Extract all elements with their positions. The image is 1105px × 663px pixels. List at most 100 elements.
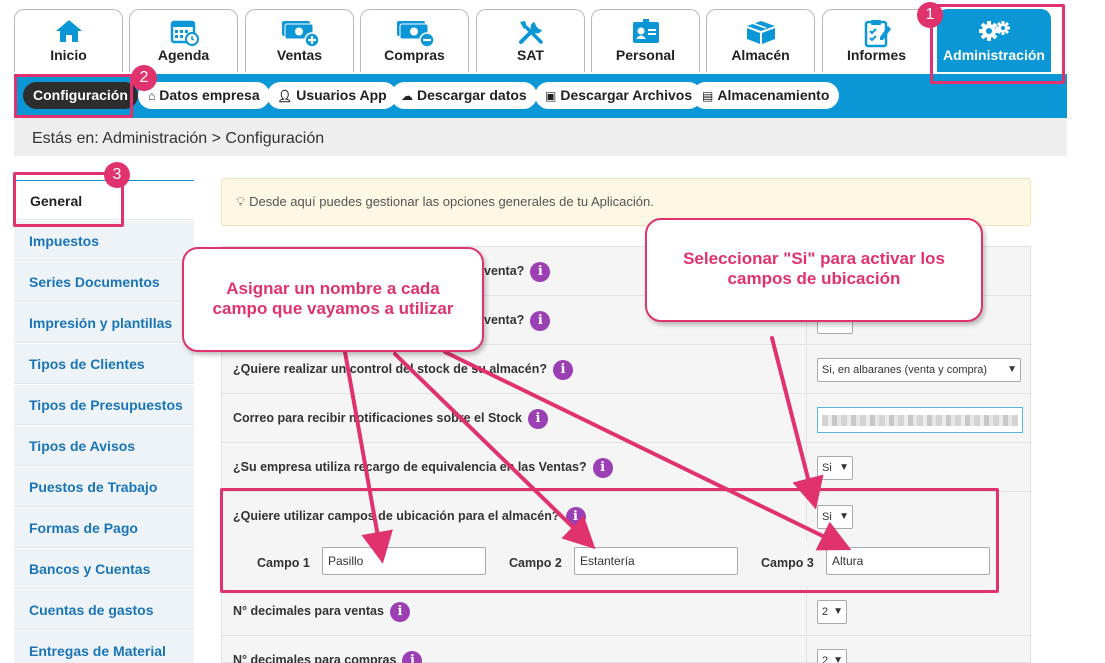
config-sidebar: General Impuestos Series Documentos Impr… — [14, 180, 194, 663]
sidebar-item-entregas-material[interactable]: Entregas de Material — [14, 631, 194, 663]
step-badge-2: 2 — [131, 65, 157, 91]
value-cell: 2 ▼ — [806, 587, 1032, 636]
tab-informes[interactable]: Informes — [822, 9, 931, 72]
blurred-email — [822, 415, 1018, 426]
sidebar-item-bancos-cuentas[interactable]: Bancos y Cuentas — [14, 549, 194, 589]
question-text: Correo para recibir notificaciones sobre… — [233, 411, 522, 425]
info-icon[interactable]: i — [552, 359, 573, 380]
tab-almacen[interactable]: Almacén — [706, 9, 815, 72]
subnav-label: Descargar datos — [417, 87, 527, 103]
info-icon[interactable]: i — [592, 457, 613, 478]
module-tabs: Inicio Agenda Ventas Compras SAT Persona… — [0, 0, 1067, 75]
tab-inicio[interactable]: Inicio — [14, 9, 123, 72]
notice-text: Desde aquí puedes gestionar las opciones… — [249, 194, 654, 209]
boxes-icon — [707, 10, 814, 44]
sidebar-item-impuestos[interactable]: Impuestos — [14, 221, 194, 261]
question-text: N° decimales para compras — [233, 653, 397, 663]
tab-agenda[interactable]: Agenda — [129, 9, 238, 72]
email-field[interactable] — [817, 407, 1023, 433]
sidebar-item-series-documentos[interactable]: Series Documentos — [14, 262, 194, 302]
form-row-dec-ventas: N° decimales para ventas i 2 ▼ — [222, 587, 1032, 636]
callout-line: Asignar un nombre a cada — [226, 279, 440, 298]
step-badge-1: 1 — [917, 2, 943, 28]
value-cell: 2 ▼ — [806, 636, 1032, 663]
row-question: Correo para recibir notificaciones sobre… — [233, 394, 548, 443]
user-icon: 👤︎ — [277, 89, 293, 103]
select-value: Si, en albaranes (venta y compra) — [822, 364, 988, 376]
question-text: ¿Quiere realizar un control del stock de… — [233, 362, 547, 376]
dec-ventas-select[interactable]: 2 ▼ — [817, 600, 847, 624]
tab-label: Inicio — [50, 47, 87, 63]
chevron-down-icon: ▼ — [833, 606, 843, 617]
sidebar-item-tipos-presupuestos[interactable]: Tipos de Presupuestos — [14, 385, 194, 425]
tab-label: SAT — [517, 47, 544, 63]
tab-label: Informes — [846, 47, 907, 63]
select-value: 2 — [822, 606, 829, 618]
dec-compras-select[interactable]: 2 ▼ — [817, 649, 847, 663]
book-icon: ▤ — [702, 89, 714, 103]
highlight-configuracion — [14, 74, 133, 118]
question-text: venta? — [484, 313, 525, 327]
form-row-recargo: ¿Su empresa utiliza recargo de equivalen… — [222, 443, 1032, 492]
highlight-administracion — [930, 4, 1065, 84]
chevron-down-icon: ▼ — [839, 462, 849, 473]
sidebar-item-cuentas-gastos[interactable]: Cuentas de gastos — [14, 590, 194, 630]
question-text: venta? — [484, 264, 525, 278]
tab-label: Almacén — [731, 47, 790, 63]
lightbulb-icon: 💡︎ — [236, 194, 246, 209]
row-question: ¿Quiere realizar un control del stock de… — [233, 345, 573, 394]
cloud-download-icon: ☁ — [401, 89, 413, 103]
home-icon — [15, 10, 122, 44]
question-text: N° decimales para ventas — [233, 604, 384, 618]
row-question: N° decimales para ventas i — [233, 587, 410, 636]
subnav-label: Almacenamiento — [717, 87, 830, 103]
info-icon[interactable]: i — [530, 261, 551, 282]
info-icon[interactable]: i — [527, 408, 548, 429]
sidebar-item-puestos-trabajo[interactable]: Puestos de Trabajo — [14, 467, 194, 507]
tab-label: Ventas — [276, 47, 323, 63]
info-icon[interactable]: i — [530, 310, 551, 331]
briefcase-icon: ▣ — [545, 89, 557, 103]
sidebar-item-tipos-avisos[interactable]: Tipos de Avisos — [14, 426, 194, 466]
form-row-stock: ¿Quiere realizar un control del stock de… — [222, 345, 1032, 394]
value-cell: Si ▼ — [806, 443, 1032, 492]
subnav-datos-empresa[interactable]: ⌂ Datos empresa — [138, 82, 270, 109]
subnav-label: Descargar Archivos — [560, 87, 693, 103]
clipboard-icon — [823, 10, 930, 48]
tab-sat[interactable]: SAT — [476, 9, 585, 72]
form-row-dec-compras: N° decimales para compras i 2 ▼ — [222, 636, 1032, 663]
sidebar-item-formas-pago[interactable]: Formas de Pago — [14, 508, 194, 548]
subnav-descargar-datos[interactable]: ☁ Descargar datos — [391, 82, 537, 109]
row-question: ¿Su empresa utiliza recargo de equivalen… — [233, 443, 613, 492]
sidebar-item-tipos-clientes[interactable]: Tipos de Clientes — [14, 344, 194, 384]
tab-personal[interactable]: Personal — [591, 9, 700, 72]
sidebar-item-impresion-plantillas[interactable]: Impresión y plantillas — [14, 303, 194, 343]
subnav-label: Datos empresa — [159, 87, 260, 103]
subnav-descargar-archivos[interactable]: ▣ Descargar Archivos — [535, 82, 703, 109]
value-cell: Si, en albaranes (venta y compra) ▼ — [806, 345, 1032, 394]
select-value: 2 — [822, 655, 829, 663]
value-cell — [806, 394, 1032, 443]
info-icon[interactable]: i — [389, 601, 410, 622]
admin-subnav: Configuración ⌂ Datos empresa 👤︎ Usuarios … — [14, 74, 1067, 118]
subnav-usuarios-app[interactable]: 👤︎ Usuarios App — [267, 82, 397, 109]
tab-label: Compras — [384, 47, 445, 63]
callout-campos: Asignar un nombre a cada campo que vayam… — [182, 247, 484, 352]
info-icon[interactable]: i — [402, 650, 423, 663]
breadcrumb: Estás en: Administración > Configuración — [14, 118, 1067, 156]
chevron-down-icon: ▼ — [833, 655, 843, 663]
recargo-select[interactable]: Si ▼ — [817, 456, 853, 480]
subnav-label: Usuarios App — [296, 87, 387, 103]
callout-line: Seleccionar "Si" para activar los — [683, 249, 945, 268]
row-question: N° decimales para compras i — [233, 636, 423, 663]
form-row-email: Correo para recibir notificaciones sobre… — [222, 394, 1032, 443]
money-minus-icon — [361, 10, 468, 48]
select-value: Si — [822, 462, 832, 474]
calendar-icon — [130, 10, 237, 46]
highlight-ubicacion-section — [220, 488, 999, 593]
subnav-almacenamiento[interactable]: ▤ Almacenamiento — [692, 82, 840, 109]
tab-ventas[interactable]: Ventas — [245, 9, 354, 72]
question-text: ¿Su empresa utiliza recargo de equivalen… — [233, 460, 587, 474]
stock-select[interactable]: Si, en albaranes (venta y compra) ▼ — [817, 358, 1021, 382]
tab-compras[interactable]: Compras — [360, 9, 469, 72]
